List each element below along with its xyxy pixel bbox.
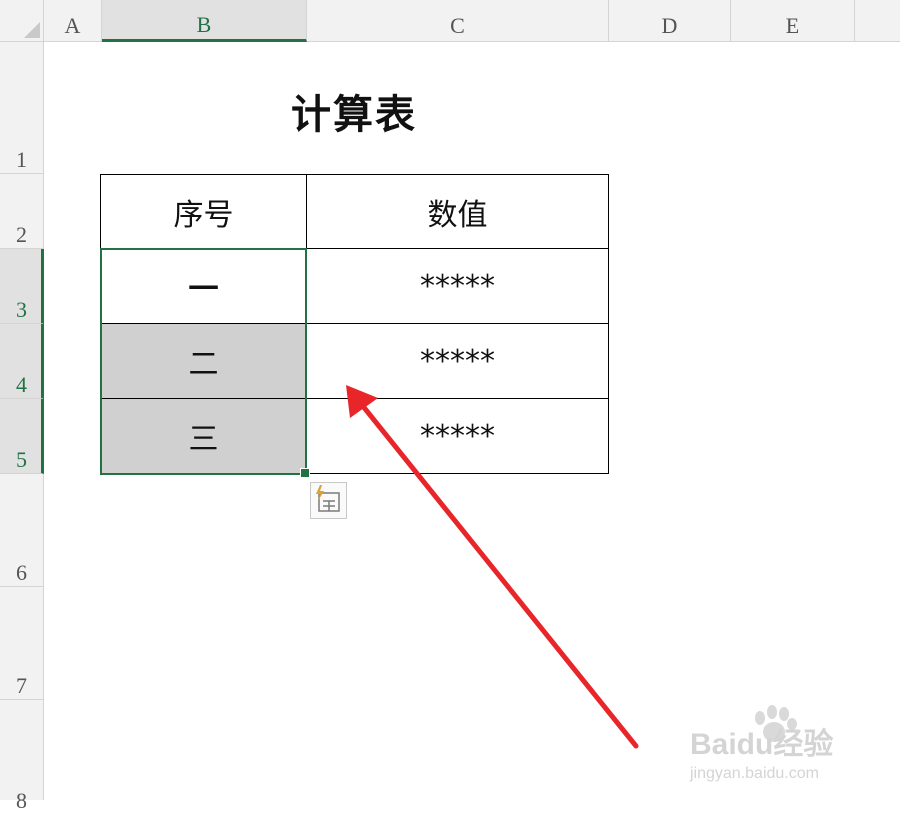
arrow-head-icon [346, 385, 378, 418]
watermark-url: jingyan.baidu.com [689, 765, 819, 782]
spreadsheet: A B C D E 1 2 3 4 5 6 7 8 计算表 序号 数值 一 **… [0, 0, 900, 813]
watermark-brand: Baidu经验 [690, 727, 833, 761]
annotation-arrow [346, 385, 639, 749]
baidu-jingyan-watermark: Baidu经验 jingyan.baidu.com [689, 705, 833, 782]
arrow-shaft [359, 402, 639, 749]
